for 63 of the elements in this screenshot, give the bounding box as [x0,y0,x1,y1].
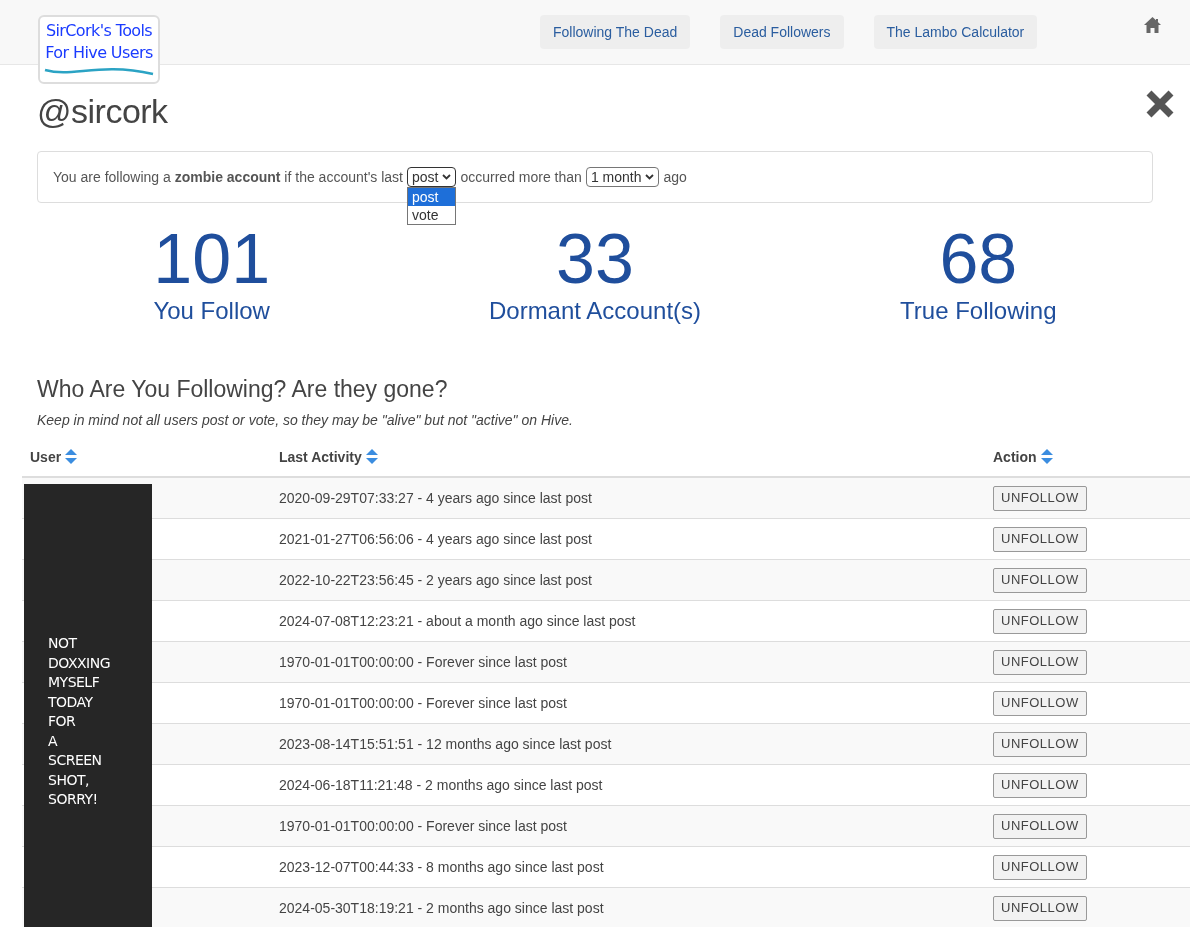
unfollow-button[interactable]: UNFOLLOW [993,608,1087,634]
redaction-text: A [48,731,59,751]
filter-sentence: You are following a zombie account if the account's last [53,167,403,187]
redaction-text: TODAY [48,692,94,712]
logo-text: For Hive Users [45,42,153,64]
home-icon[interactable] [1143,16,1162,34]
unfollow-button[interactable]: UNFOLLOW [993,526,1087,552]
unfollow-button[interactable]: UNFOLLOW [993,649,1087,675]
unfollow-button[interactable]: UNFOLLOW [993,772,1087,798]
close-icon[interactable] [1145,89,1175,119]
last-activity: 2023-12-07T00:44:33 - 8 months ago since last post [279,858,604,875]
unfollow-button[interactable]: UNFOLLOW [993,567,1087,593]
unfollow-button[interactable]: UNFOLLOW [993,895,1087,921]
unfollow-button[interactable]: UNFOLLOW [993,690,1087,716]
sort-icon[interactable] [365,449,378,465]
stat-label: You Follow [153,297,270,325]
dropdown-select[interactable]: 1 month [585,167,660,187]
filter-text: ago [663,167,687,187]
nav-link[interactable]: The Lambo Calculator [873,15,1038,49]
dropdown-option[interactable]: post [408,187,456,206]
section-title: Who Are You Following? Are they gone? [37,375,449,403]
dropdown-option[interactable]: vote [408,205,456,224]
last-activity: 2024-07-08T12:23:21 - about a month ago since last post [279,612,636,629]
account-handle: @sircork [37,92,169,130]
stat-value: 33 [556,221,634,297]
redaction-text: SHOT, [48,770,90,790]
column-header[interactable]: Action [993,446,1037,468]
stat-label: True Following [900,297,1057,325]
redaction-text: NOT [48,634,78,653]
logo[interactable]: SirCork's Tools For Hive Users [38,15,160,84]
last-activity: 1970-01-01T00:00:00 - Forever since last post [279,694,567,711]
unfollow-button[interactable]: UNFOLLOW [993,731,1087,757]
stat-value: 101 [153,221,271,297]
redaction-text: DOXXING [48,653,112,673]
last-activity: 1970-01-01T00:00:00 - Forever since last post [279,653,567,670]
last-activity: 2021-01-27T06:56:06 - 4 years ago since last post [279,530,592,547]
last-activity: 2022-10-22T23:56:45 - 2 years ago since last post [279,571,592,588]
nav-link[interactable]: Dead Followers [720,15,844,49]
stat-label: Dormant Account(s) [488,297,702,325]
last-activity: 2020-09-29T07:33:27 - 4 years ago since last post [279,489,592,506]
last-activity: 2024-05-30T18:19:21 - 2 months ago since last post [279,899,604,916]
unfollow-button[interactable]: UNFOLLOW [993,485,1087,511]
column-header[interactable]: Last Activity [279,446,362,468]
chevron-down-icon [645,174,655,180]
chevron-down-icon [442,174,452,180]
last-activity: 2024-06-18T11:21:48 - 2 months ago since last post [279,776,603,793]
last-activity: 1970-01-01T00:00:00 - Forever since last post [279,817,567,834]
logo-text: SirCork's Tools [45,20,153,42]
redaction-text: FOR [48,712,77,731]
redaction-text: MYSELF [48,673,101,692]
stat-value: 68 [939,221,1018,297]
unfollow-button[interactable]: UNFOLLOW [993,854,1087,880]
last-activity: 2023-08-14T15:51:51 - 12 months ago since last post [279,735,612,752]
unfollow-button[interactable]: UNFOLLOW [993,813,1087,839]
column-header[interactable]: User [30,446,62,468]
sort-icon[interactable] [1040,449,1053,465]
dropdown-select[interactable]: post [407,167,457,187]
filter-text: occurred more than [460,167,582,187]
section-note: Keep in mind not all users post or vote, so they may be "alive" but not "active" on Hive. [37,411,574,430]
nav-link[interactable]: Following The Dead [540,15,691,49]
redaction-text: SCREEN [48,751,103,770]
redaction-text: SORRY! [48,790,99,809]
sort-icon[interactable] [65,449,78,465]
